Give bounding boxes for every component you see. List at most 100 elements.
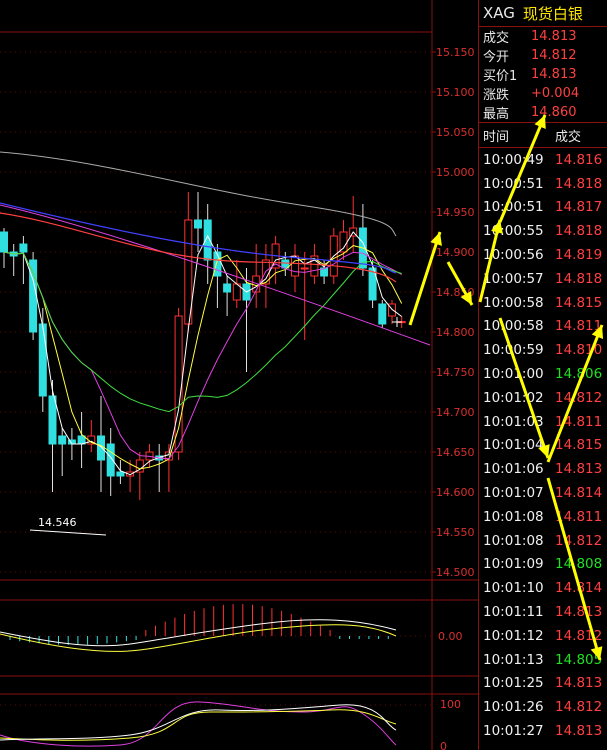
candle-up — [388, 303, 396, 317]
low-annotation-line — [29, 529, 107, 536]
tick-price: 14.818 — [555, 270, 603, 287]
tick-row: 10:01:03 14.811 — [479, 410, 607, 434]
quote-row-label: 成交 — [483, 31, 510, 46]
tick-price: 14.811 — [555, 318, 603, 335]
tick-price: 14.812 — [555, 627, 603, 644]
tick-price: 14.810 — [555, 342, 603, 359]
price-axis-label: 15.150 — [436, 46, 475, 59]
tick-price: 14.815 — [555, 437, 603, 454]
kdj-k-line — [0, 704, 397, 741]
quote-row-value: +0.004 — [531, 86, 580, 101]
price-axis-label: 14.550 — [436, 526, 475, 539]
tick-row: 10:00:51 14.817 — [479, 196, 607, 220]
tick-row: 10:00:58 14.815 — [479, 291, 607, 315]
tick-time: 10:00:56 — [483, 247, 544, 264]
candle-down — [242, 283, 251, 301]
tick-time: 10:01:09 — [483, 556, 544, 573]
price-axis-label: 14.500 — [436, 566, 475, 579]
tick-time: 10:01:25 — [483, 675, 544, 692]
tick-row: 10:01:25 14.813 — [479, 672, 607, 696]
ma-line-yellow — [3, 245, 403, 470]
candle-up — [87, 435, 96, 445]
price-axis-label: 14.750 — [436, 366, 475, 379]
ma-line-white — [3, 231, 402, 476]
tick-row: 10:01:10 14.814 — [479, 576, 607, 600]
tick-time: 10:01:26 — [483, 699, 544, 716]
kdj-axis-bottom-label: 0 — [440, 740, 447, 750]
candle-down — [368, 267, 377, 301]
tick-row: 10:01:08 14.811 — [479, 505, 607, 529]
tick-time: 10:01:06 — [483, 461, 544, 478]
tick-row: 10:01:02 14.812 — [479, 386, 607, 410]
price-axis-label: 14.700 — [436, 406, 475, 419]
tick-price: 14.813 — [555, 723, 603, 740]
tick-row: 10:00:56 14.819 — [479, 243, 607, 267]
tick-list[interactable]: 10:00:49 14.816 10:00:51 14.818 10:00:51 14.8… — [479, 148, 607, 743]
tick-price: 14.818 — [555, 175, 603, 192]
tick-time: 10:01:02 — [483, 389, 544, 406]
tick-time: 10:01:27 — [483, 723, 544, 740]
tick-time: 10:00:51 — [483, 175, 544, 192]
candle-up — [184, 219, 193, 325]
candle-down — [58, 435, 67, 445]
quote-row: 买价1 14.813 — [479, 65, 607, 84]
annotation-arrow — [408, 231, 442, 326]
ma-line-red — [0, 212, 397, 283]
candle-up — [300, 267, 309, 270]
tick-price: 14.808 — [555, 556, 603, 573]
tick-time: 10:01:13 — [483, 651, 544, 668]
tick-row: 10:01:00 14.806 — [479, 362, 607, 386]
tick-time: 10:01:04 — [483, 437, 544, 454]
candle-down — [155, 455, 164, 461]
tick-row: 10:00:59 14.810 — [479, 338, 607, 362]
tick-row: 10:00:51 14.818 — [479, 172, 607, 196]
candle-down — [194, 219, 202, 229]
annotation-arrow-head — [430, 232, 442, 246]
tick-time: 10:00:58 — [483, 294, 544, 311]
quote-name: 现货白银 — [522, 4, 583, 23]
candle-up — [164, 451, 173, 461]
quote-row: 最高 14.860 — [479, 103, 607, 122]
trend-line-magenta — [0, 204, 431, 346]
tick-time: 10:01:07 — [483, 485, 544, 502]
kdj-d-line — [0, 709, 397, 741]
tick-time: 10:01:08 — [483, 532, 544, 549]
tick-row: 10:00:49 14.816 — [479, 148, 607, 172]
candle-down — [223, 283, 232, 293]
price-axis-label: 14.600 — [436, 486, 475, 499]
candle-up — [126, 471, 135, 477]
ma-line-green — [3, 251, 402, 413]
tick-time: 10:01:03 — [483, 413, 544, 430]
kdj-j-line — [0, 701, 397, 747]
tick-row: 10:00:58 14.811 — [479, 315, 607, 339]
candle-down — [281, 259, 290, 269]
tick-row: 10:01:11 14.813 — [479, 600, 607, 624]
ma-line-magenta — [3, 251, 402, 460]
tick-time: 10:00:58 — [483, 318, 544, 335]
candle-up — [135, 459, 144, 473]
tick-time: 10:01:00 — [483, 366, 544, 383]
candle-up — [339, 231, 348, 253]
low-annotation-label: 14.546 — [38, 516, 77, 529]
quote-row-value: 14.813 — [531, 29, 577, 44]
tick-price: 14.818 — [555, 223, 603, 240]
tick-row: 10:01:08 14.812 — [479, 529, 607, 553]
tick-row: 10:01:13 14.805 — [479, 648, 607, 672]
tick-row: 10:01:09 14.808 — [479, 553, 607, 577]
price-axis-label: 14.950 — [436, 206, 475, 219]
price-axis-label: 14.800 — [436, 326, 475, 339]
candle-down — [9, 251, 18, 257]
price-axis-label: 15.050 — [436, 126, 475, 139]
candle-up — [397, 321, 406, 324]
quote-row-value: 14.860 — [531, 105, 577, 120]
quote-title: XAG 现货白银 — [479, 0, 607, 27]
quote-row-value: 14.813 — [531, 67, 577, 82]
tick-price: 14.811 — [555, 413, 603, 430]
candle-up — [349, 227, 358, 237]
price-axis-label: 15.000 — [436, 166, 475, 179]
tick-row: 10:01:07 14.814 — [479, 481, 607, 505]
tick-row: 10:00:57 14.818 — [479, 267, 607, 291]
candle-down — [116, 471, 125, 477]
ticks-header: 时间 成交 — [479, 122, 607, 148]
price-axis-label: 15.100 — [436, 86, 475, 99]
